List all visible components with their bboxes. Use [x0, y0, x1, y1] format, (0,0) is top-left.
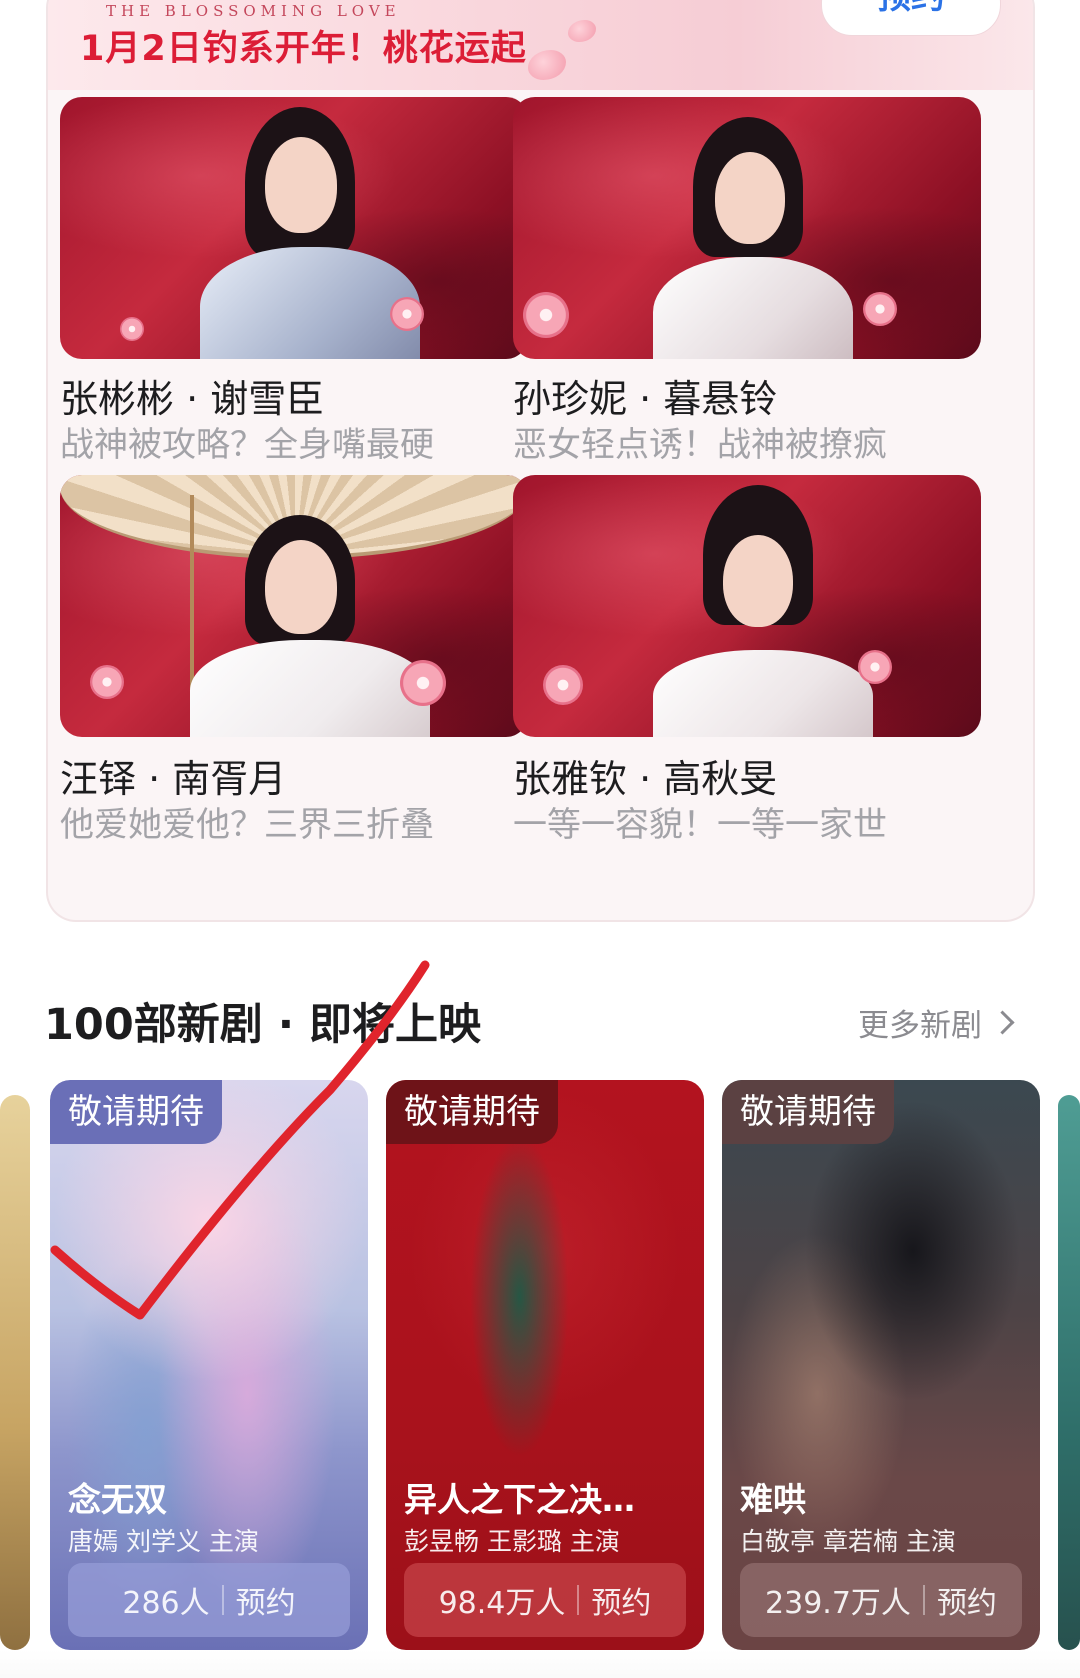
blossom-decoration: [523, 292, 569, 338]
actor-figure: [190, 475, 430, 737]
reserve-count: 239.7万人: [765, 1586, 911, 1621]
drama-card-partial-right[interactable]: [1058, 1095, 1080, 1650]
cast-photo-nan-xuyue[interactable]: [60, 475, 528, 737]
drama-cast: 彭昱畅 王影璐 主演: [404, 1527, 620, 1556]
cast-name: 孙珍妮 · 暮悬铃: [513, 377, 778, 421]
drama-badge: 敬请期待: [386, 1080, 558, 1144]
drama-cast: 唐嫣 刘学义 主演: [68, 1527, 259, 1556]
blossom-decoration: [390, 297, 424, 331]
screen: THE BLOSSOMING LOVE 1月2日钓系开年！桃花运起 预约: [0, 0, 1080, 1678]
promo-banner[interactable]: THE BLOSSOMING LOVE 1月2日钓系开年！桃花运起 预约: [48, 0, 1033, 90]
cast-photo-gao-qiumin[interactable]: [513, 475, 981, 737]
actor-figure: [653, 97, 853, 359]
cast-tagline: 一等一容貌！一等一家世: [513, 805, 887, 845]
drama-card-partial-left[interactable]: [0, 1095, 30, 1650]
drama-title: 难哄: [740, 1480, 806, 1519]
chevron-right-icon: [990, 1010, 1015, 1035]
drama-reserve-button[interactable]: 239.7万人 预约: [740, 1563, 1022, 1637]
blossom-decoration: [863, 292, 897, 326]
reserve-label: 预约: [591, 1586, 652, 1621]
drama-cast: 白敬亭 章若楠 主演: [740, 1527, 956, 1556]
bottom-fade: [0, 1650, 1080, 1678]
drama-badge: 敬请期待: [50, 1080, 222, 1144]
actor-figure: [653, 475, 873, 737]
cast-name: 张彬彬 · 谢雪臣: [60, 377, 325, 421]
drama-title: 异人之下之决…: [404, 1480, 635, 1519]
banner-subtitle: THE BLOSSOMING LOVE: [106, 2, 401, 20]
blossom-decoration: [90, 665, 124, 699]
reserve-label: 预约: [235, 1586, 296, 1621]
divider: [922, 1585, 925, 1615]
promo-card: THE BLOSSOMING LOVE 1月2日钓系开年！桃花运起 预约: [48, 0, 1033, 920]
blossom-decoration: [568, 20, 596, 42]
reserve-count: 98.4万人: [438, 1586, 566, 1621]
actor-figure: [200, 97, 420, 359]
cast-name: 汪铎 · 南胥月: [60, 757, 287, 801]
drama-reserve-button[interactable]: 98.4万人 预约: [404, 1563, 686, 1637]
section-title: 100部新剧 · 即将上映: [44, 1000, 482, 1050]
blossom-decoration: [400, 660, 446, 706]
blossom-decoration: [120, 317, 144, 341]
cast-tagline: 战神被攻略？全身嘴最硬: [60, 425, 434, 465]
more-dramas-link[interactable]: 更多新剧: [858, 1000, 1015, 1045]
banner-title: 1月2日钓系开年！桃花运起: [80, 29, 527, 69]
reserve-button[interactable]: 预约: [821, 0, 1001, 36]
reserve-label: 预约: [936, 1586, 997, 1621]
drama-title: 念无双: [68, 1480, 167, 1519]
cast-tagline: 恶女轻点诱！战神被撩疯: [513, 425, 887, 465]
blossom-decoration: [543, 665, 583, 705]
cast-name: 张雅钦 · 高秋旻: [513, 757, 778, 801]
cast-tagline: 他爱她爱他？三界三折叠: [60, 805, 434, 845]
cast-photo-mu-xuanling[interactable]: [513, 97, 981, 359]
drama-card[interactable]: 敬请期待 念无双 唐嫣 刘学义 主演 286人 预约: [50, 1080, 368, 1650]
drama-reserve-button[interactable]: 286人 预约: [68, 1563, 350, 1637]
cast-photo-xie-xuechen[interactable]: [60, 97, 528, 359]
more-dramas-label: 更多新剧: [858, 1008, 982, 1044]
reserve-count: 286人: [122, 1586, 210, 1621]
divider: [221, 1585, 224, 1615]
drama-card[interactable]: 敬请期待 难哄 白敬亭 章若楠 主演 239.7万人 预约: [722, 1080, 1040, 1650]
blossom-decoration: [858, 650, 892, 684]
blossom-decoration: [528, 50, 566, 80]
divider: [577, 1585, 580, 1615]
drama-badge: 敬请期待: [722, 1080, 894, 1144]
drama-card[interactable]: 敬请期待 异人之下之决… 彭昱畅 王影璐 主演 98.4万人 预约: [386, 1080, 704, 1650]
